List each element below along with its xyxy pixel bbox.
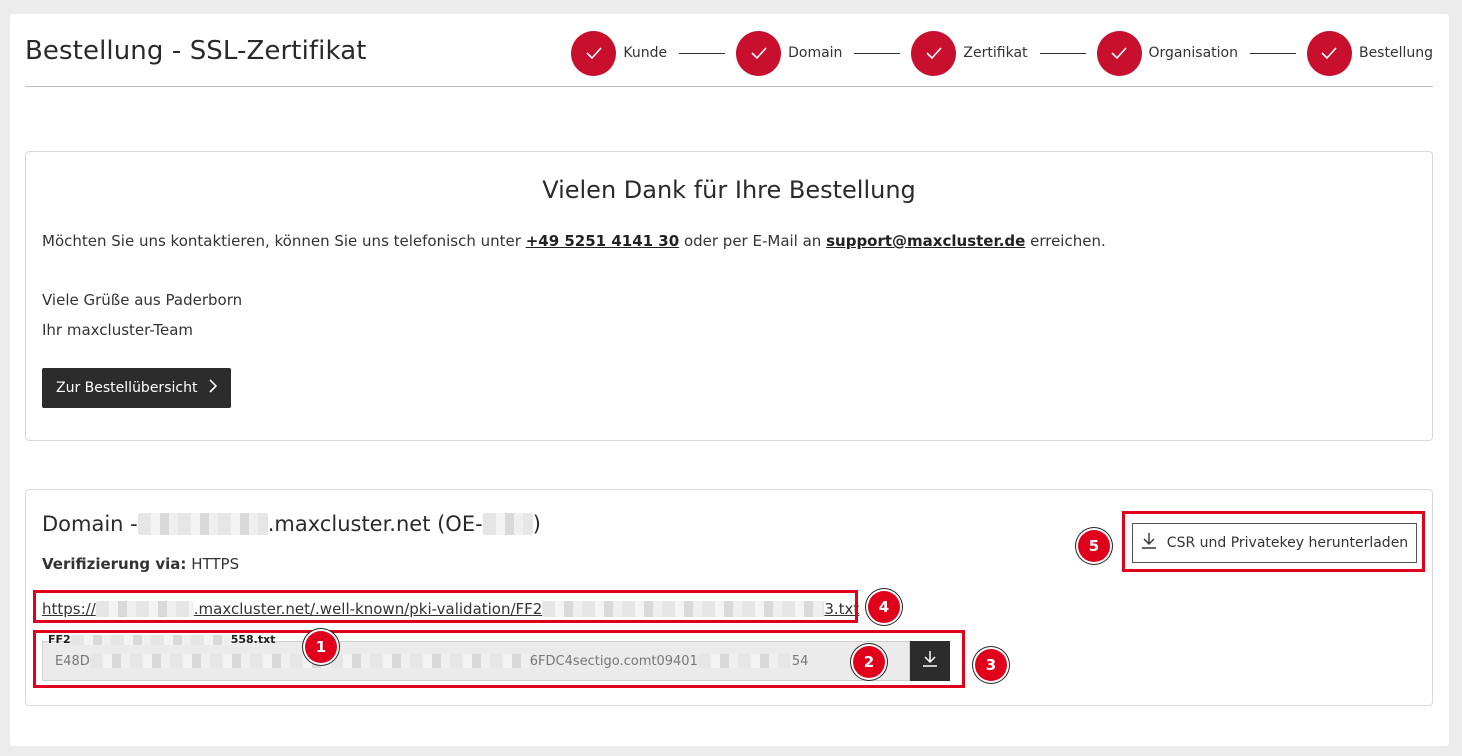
chevron-right-icon [209, 379, 218, 397]
verification-value: HTTPS [191, 555, 240, 573]
domain-title-prefix: Domain - [42, 512, 138, 536]
step-bestellung[interactable]: Bestellung [1306, 30, 1433, 76]
annotation-badge-1: 1 [305, 631, 337, 663]
step-domain[interactable]: Domain [736, 30, 843, 76]
step-label: Domain [788, 45, 843, 61]
greeting-text: Viele Grüße aus Paderborn [42, 291, 243, 309]
step-connector [1249, 52, 1296, 54]
annotation-box-5 [1122, 511, 1425, 572]
check-icon [736, 30, 782, 76]
page: Bestellung - SSL-Zertifikat Kunde Domain… [10, 14, 1449, 746]
contact-text: Möchten Sie uns kontaktieren, können Sie… [42, 232, 1106, 250]
progress-stepper: Kunde Domain Zertifikat Organisation Bes… [571, 30, 1433, 76]
verification-label: Verifizierung via: [42, 555, 187, 573]
domain-title-suffix: .maxcluster.net (OE- [267, 512, 483, 536]
verification-info: Verifizierung via: HTTPS [42, 555, 239, 573]
domain-title: Domain - .maxcluster.net (OE- ) [42, 512, 541, 536]
step-label: Zertifikat [963, 45, 1028, 61]
email-link[interactable]: support@maxcluster.de [826, 232, 1025, 250]
annotation-box-3 [33, 630, 965, 688]
domain-title-end: ) [532, 512, 541, 536]
check-icon [911, 30, 957, 76]
thank-you-card: Vielen Dank für Ihre Bestellung Möchten … [25, 151, 1433, 441]
thank-you-heading: Vielen Dank für Ihre Bestellung [542, 176, 916, 204]
step-connector [679, 52, 726, 54]
contact-suffix: erreichen. [1025, 232, 1106, 250]
annotation-box-4 [33, 590, 858, 623]
redacted-domain [137, 513, 268, 535]
annotation-badge-3: 3 [975, 649, 1007, 681]
redacted-order-id [482, 513, 533, 535]
step-label: Kunde [623, 45, 668, 61]
header: Bestellung - SSL-Zertifikat Kunde Domain… [25, 14, 1433, 87]
order-overview-button[interactable]: Zur Bestellübersicht [42, 368, 231, 408]
contact-prefix: Möchten Sie uns kontaktieren, können Sie… [42, 232, 526, 250]
annotation-badge-2: 2 [853, 646, 885, 678]
check-icon [1096, 30, 1142, 76]
page-title: Bestellung - SSL-Zertifikat [25, 36, 367, 66]
order-overview-label: Zur Bestellübersicht [56, 380, 198, 396]
step-connector [854, 52, 901, 54]
check-icon [571, 30, 617, 76]
check-icon [1306, 30, 1352, 76]
step-zertifikat[interactable]: Zertifikat [911, 30, 1028, 76]
phone-link[interactable]: +49 5251 4141 30 [526, 232, 679, 250]
step-label: Bestellung [1358, 45, 1433, 61]
annotation-badge-4: 4 [868, 591, 900, 623]
annotation-badge-5: 5 [1078, 530, 1110, 562]
step-connector [1039, 52, 1086, 54]
step-kunde[interactable]: Kunde [571, 30, 668, 76]
signature-text: Ihr maxcluster-Team [42, 321, 194, 339]
step-label: Organisation [1148, 45, 1238, 61]
contact-middle: oder per E-Mail an [679, 232, 827, 250]
step-organisation[interactable]: Organisation [1096, 30, 1238, 76]
